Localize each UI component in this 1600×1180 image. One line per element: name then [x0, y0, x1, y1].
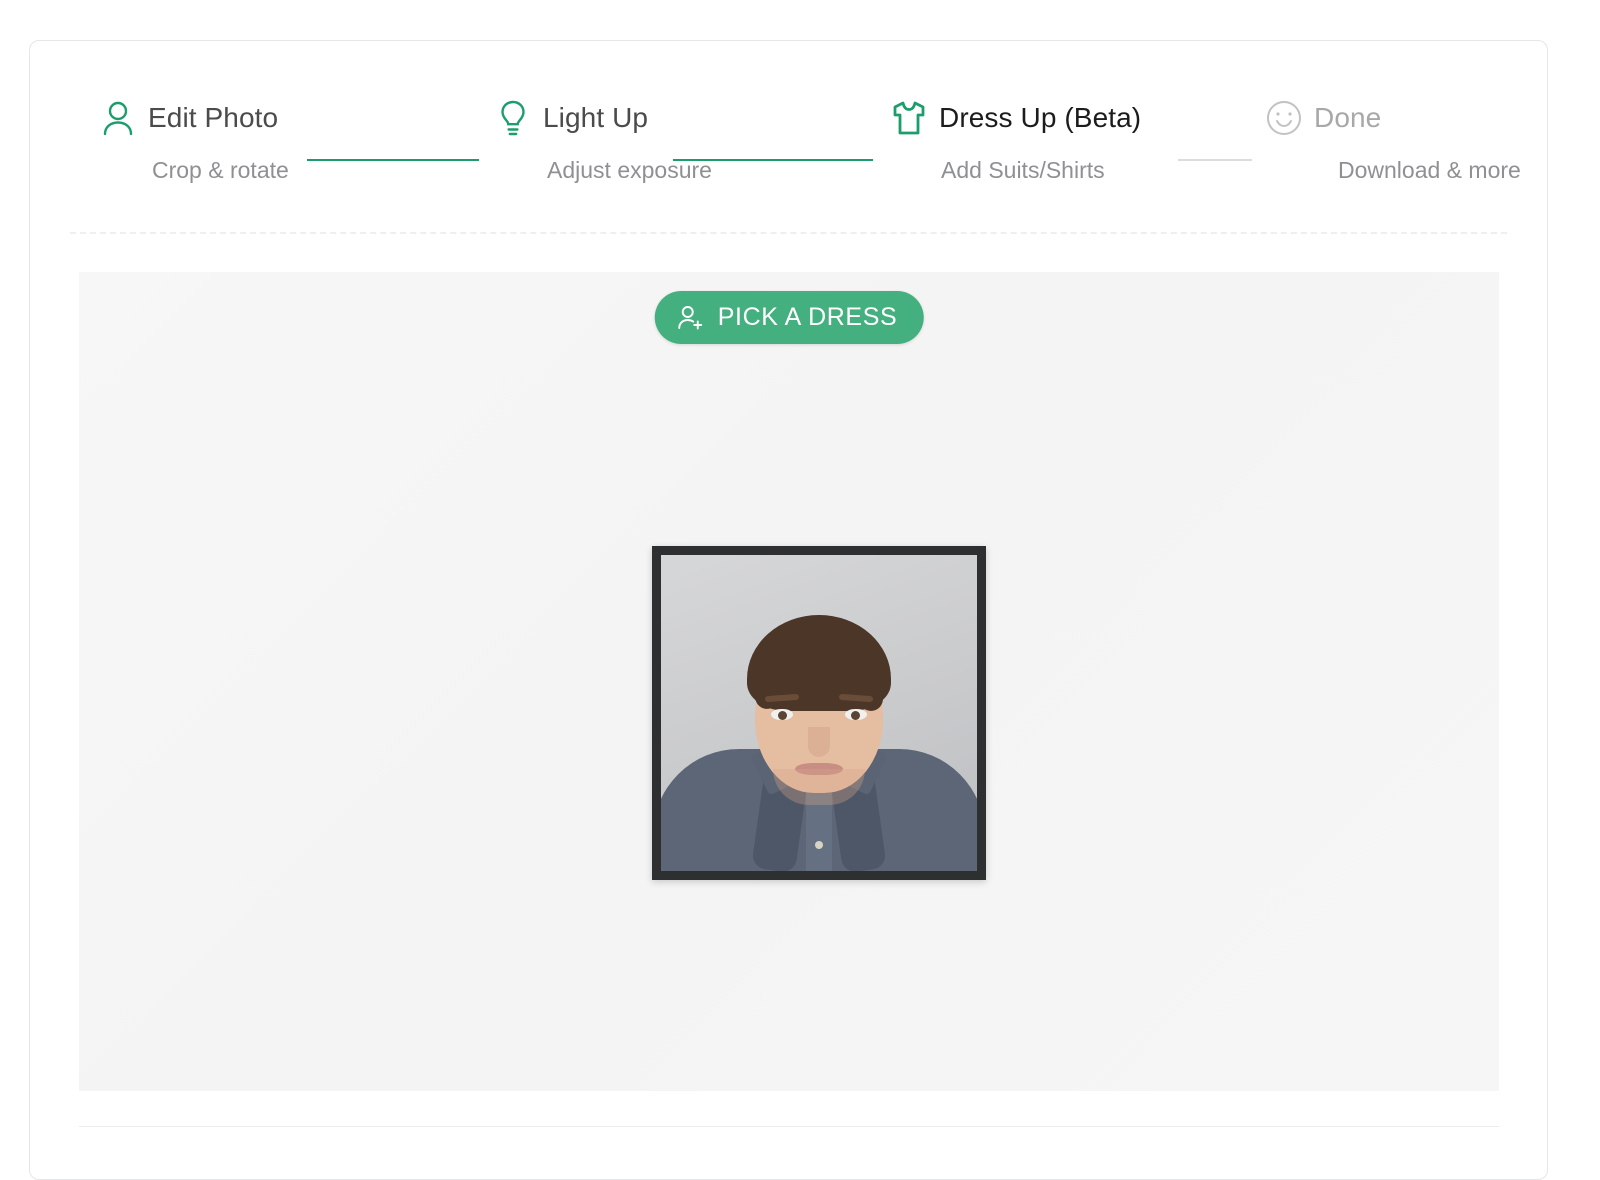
- stepper-divider: [70, 232, 1507, 234]
- stepper-step-label: Dress Up (Beta): [939, 102, 1142, 133]
- stepper-connector-2: [673, 159, 873, 161]
- stepper-step-label: Done: [1314, 102, 1382, 133]
- person-icon: [98, 98, 138, 138]
- smiley-face-icon: [1264, 98, 1304, 138]
- stepper-connector-3: [1178, 159, 1252, 161]
- stepper-step-row: Done: [1264, 96, 1521, 140]
- photo-editor-card: Edit Photo Crop & rotate Light Up Adjust…: [29, 40, 1548, 1180]
- stepper-step-dress-up[interactable]: Dress Up (Beta) Add Suits/Shirts: [889, 96, 1141, 183]
- person-add-icon: [677, 304, 705, 332]
- passport-photo: [661, 555, 977, 871]
- stepper-step-label: Edit Photo: [148, 102, 279, 133]
- bottom-divider: [79, 1126, 1499, 1127]
- photo-preview-frame[interactable]: [652, 546, 986, 880]
- stepper-step-label: Light Up: [543, 102, 649, 133]
- stepper-step-row: Light Up: [493, 96, 712, 140]
- stepper-step-sublabel: Add Suits/Shirts: [941, 157, 1105, 183]
- workflow-stepper: Edit Photo Crop & rotate Light Up Adjust…: [30, 41, 1547, 232]
- stepper-step-light-up[interactable]: Light Up Adjust exposure: [493, 96, 712, 183]
- stepper-step-row: Dress Up (Beta): [889, 96, 1141, 140]
- stepper-step-edit-photo[interactable]: Edit Photo Crop & rotate: [98, 96, 289, 183]
- portrait-illustration: [661, 555, 977, 871]
- stepper-step-sublabel: Download & more: [1338, 157, 1521, 183]
- pick-a-dress-button[interactable]: PICK A DRESS: [654, 291, 924, 344]
- tshirt-icon: [889, 98, 929, 138]
- stepper-step-done[interactable]: Done Download & more: [1264, 96, 1521, 183]
- editor-canvas: PICK A DRESS: [79, 272, 1499, 1091]
- stepper-step-row: Edit Photo: [98, 96, 289, 140]
- pick-a-dress-label: PICK A DRESS: [717, 303, 898, 331]
- lightbulb-icon: [493, 98, 533, 138]
- stepper-step-sublabel: Crop & rotate: [152, 157, 289, 183]
- stepper-connector-1: [307, 159, 479, 161]
